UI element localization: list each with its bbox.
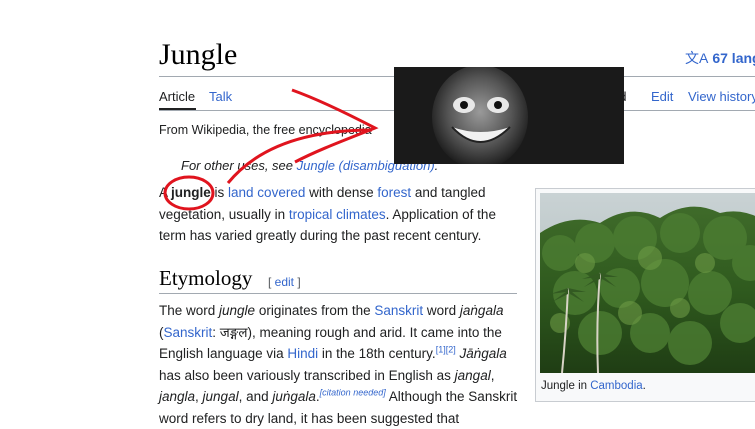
infobox-caption: Jungle in Cambodia. bbox=[541, 380, 646, 392]
etymology-paragraph: The word jungle originates from the Sans… bbox=[159, 300, 519, 429]
caption-text: Jungle in bbox=[541, 380, 591, 392]
sanskrit-link[interactable]: Sanskrit bbox=[374, 303, 423, 318]
body-text: has also been variously transcribed in E… bbox=[159, 367, 455, 383]
bracket: [ bbox=[268, 275, 275, 289]
hindi-link[interactable]: Hindi bbox=[287, 346, 318, 361]
lead-paragraph: A jungle is land covered with dense fore… bbox=[159, 182, 519, 247]
tab-view-history[interactable]: View history bbox=[688, 89, 755, 104]
lead-text: is bbox=[210, 185, 229, 200]
jungle-photo[interactable] bbox=[540, 193, 755, 373]
section-edit-link[interactable]: edit bbox=[275, 275, 294, 289]
tab-edit[interactable]: Edit bbox=[651, 89, 673, 104]
term: jungal bbox=[202, 389, 239, 404]
bracket: ] bbox=[294, 275, 301, 289]
page-title: Jungle bbox=[159, 38, 238, 71]
body-text: originates from the bbox=[255, 303, 375, 318]
translate-icon: 文A bbox=[685, 50, 709, 66]
body-text: , and bbox=[238, 389, 273, 404]
body-text: , bbox=[490, 367, 495, 383]
hatnote-text: For other uses, see bbox=[181, 158, 297, 173]
term: juṅgala bbox=[272, 389, 316, 404]
lead-text: with dense bbox=[305, 185, 378, 200]
jungle-photo-graphic bbox=[540, 193, 755, 373]
term: jungle bbox=[219, 303, 256, 318]
language-count: 67 lang bbox=[712, 50, 755, 66]
cambodia-link[interactable]: Cambodia bbox=[590, 380, 642, 392]
body-text: The word bbox=[159, 303, 220, 318]
term: jaṅgala bbox=[459, 303, 504, 318]
grinning-face-photo bbox=[394, 67, 624, 164]
forest-link[interactable]: forest bbox=[377, 185, 411, 200]
lead-term: jungle bbox=[171, 185, 211, 200]
land-covered-link[interactable]: land covered bbox=[228, 185, 305, 200]
body-text: , bbox=[195, 389, 203, 404]
term: jangla bbox=[159, 389, 196, 404]
tropical-climates-link[interactable]: tropical climates bbox=[289, 207, 386, 222]
body-text: word bbox=[423, 303, 460, 318]
section-edit: [ edit ] bbox=[268, 275, 301, 289]
section-heading-etymology: Etymology bbox=[159, 266, 253, 290]
citation-needed-link[interactable]: [citation needed] bbox=[320, 388, 386, 398]
tagline: From Wikipedia, the free encyclopedia bbox=[159, 123, 372, 137]
section-divider bbox=[159, 293, 517, 294]
caption-text: . bbox=[642, 380, 646, 392]
lead-text: A bbox=[159, 185, 172, 200]
tab-article[interactable]: Article bbox=[159, 89, 195, 104]
tab-talk[interactable]: Talk bbox=[209, 89, 232, 104]
term: Jāṅgala bbox=[459, 346, 507, 361]
language-button[interactable]: 文A67 lang bbox=[685, 48, 755, 68]
sanskrit-language-link[interactable]: Sanskrit bbox=[164, 325, 213, 340]
term: jangal bbox=[454, 367, 491, 383]
citation-ref[interactable]: [1][2] bbox=[436, 345, 456, 355]
grinning-face-graphic bbox=[394, 67, 624, 164]
body-text: in the 18th century. bbox=[318, 346, 436, 361]
